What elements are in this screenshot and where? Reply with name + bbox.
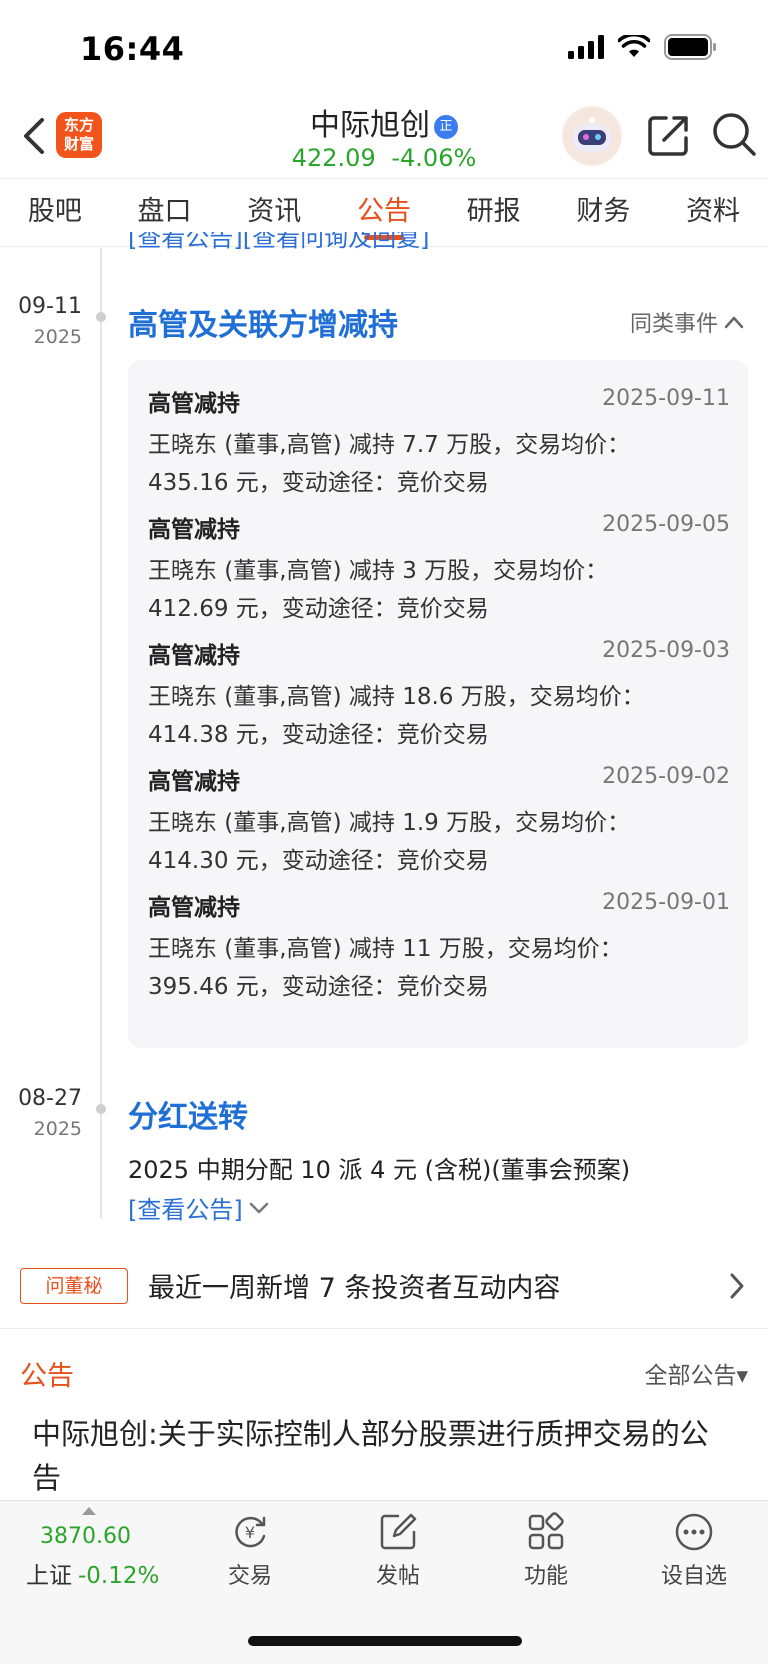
item-desc: 王晓东 (董事,高管) 减持 11 万股，交易均价： 395.46 元，变动途径… <box>148 930 730 1006</box>
nav-post-label: 发帖 <box>375 1564 420 1589</box>
nav-function-label: 功能 <box>523 1564 568 1589</box>
section-divider <box>0 1328 768 1329</box>
tab-finance[interactable]: 财务 <box>572 180 634 246</box>
item-desc-line1: 王晓东 (董事,高管) 减持 3 万股，交易均价： <box>148 558 609 584</box>
item-desc: 王晓东 (董事,高管) 减持 7.7 万股，交易均价： 435.16 元，变动途… <box>148 426 730 502</box>
event-year: 2025 <box>33 1118 82 1140</box>
signal-icon <box>568 35 604 59</box>
back-icon[interactable] <box>16 112 52 160</box>
item-desc-line2: 414.30 元，变动途径：竞价交易 <box>148 848 489 874</box>
tab-profile[interactable]: 资料 <box>682 180 744 246</box>
item-desc-line2: 395.46 元，变动途径：竞价交易 <box>148 974 489 1000</box>
item-desc-line2: 412.69 元，变动途径：竞价交易 <box>148 596 489 622</box>
announcement-filter[interactable]: 全部公告▾ <box>644 1356 748 1390</box>
brand-logo-line2: 财富 <box>63 135 94 153</box>
interaction-text[interactable]: 最近一周新增 7 条投资者互动内容 <box>148 1266 560 1305</box>
stock-name: 中际旭创 <box>310 108 430 143</box>
nav-watchlist[interactable]: 设自选 <box>644 1512 744 1590</box>
timeline-line <box>100 248 102 1218</box>
index-change: -0.12% <box>78 1563 160 1589</box>
chevron-up-icon <box>724 316 744 329</box>
robot-assistant-icon[interactable] <box>562 106 622 166</box>
item-date: 2025-09-05 <box>602 512 730 537</box>
nav-trade-label: 交易 <box>227 1564 272 1589</box>
clipped-announcement-link[interactable]: [查看公告][查看问询及回复] <box>128 232 429 254</box>
expand-arrow-icon[interactable] <box>82 1507 96 1515</box>
event-year: 2025 <box>33 326 82 348</box>
home-indicator <box>248 1636 522 1646</box>
list-item[interactable]: 高管减持 2025-09-05 王晓东 (董事,高管) 减持 3 万股，交易均价… <box>148 510 730 628</box>
list-item[interactable]: 高管减持 2025-09-11 王晓东 (董事,高管) 减持 7.7 万股，交易… <box>148 384 730 502</box>
clipped-link-text: [查看公告][查看问询及回复] <box>128 232 430 252</box>
more-icon <box>675 1513 713 1551</box>
search-icon[interactable] <box>710 110 758 158</box>
view-announcement-label: [查看公告] <box>128 1196 243 1224</box>
event-date: 08-27 <box>18 1086 82 1111</box>
chevron-down-icon <box>249 1202 268 1213</box>
tab-guba[interactable]: 股吧 <box>24 180 86 246</box>
event-title[interactable]: 分红送转 <box>128 1092 248 1136</box>
item-desc: 王晓东 (董事,高管) 减持 18.6 万股，交易均价： 414.38 元，变动… <box>148 678 730 754</box>
list-item[interactable]: 高管减持 2025-09-02 王晓东 (董事,高管) 减持 1.9 万股，交易… <box>148 762 730 880</box>
stock-change: -4.06% <box>391 144 477 172</box>
stock-title[interactable]: 中际旭创正 <box>200 100 568 144</box>
event-card: 高管减持 2025-09-11 王晓东 (董事,高管) 减持 7.7 万股，交易… <box>128 360 748 1048</box>
battery-icon <box>664 34 716 60</box>
timeline-dot <box>96 312 106 322</box>
stock-badge-icon: 正 <box>434 114 458 139</box>
index-quote[interactable]: 上证 -0.12% <box>26 1556 159 1590</box>
item-desc-line2: 414.38 元，变动途径：竞价交易 <box>148 722 489 748</box>
timeline-dot <box>96 1104 106 1114</box>
trade-icon: ¥ <box>235 1516 266 1548</box>
announcement-title[interactable]: 中际旭创:关于实际控制人部分股票进行质押交易的公告 <box>32 1412 736 1500</box>
item-date: 2025-09-03 <box>602 638 730 663</box>
similar-events-label: 同类事件 <box>629 312 718 337</box>
chevron-right-icon[interactable] <box>728 1272 746 1300</box>
item-desc: 王晓东 (董事,高管) 减持 3 万股，交易均价： 412.69 元，变动途径：… <box>148 552 730 628</box>
index-value[interactable]: 3870.60 <box>40 1524 131 1549</box>
ask-secretary-badge[interactable]: 问董秘 <box>20 1268 128 1304</box>
event-title[interactable]: 高管及关联方增减持 <box>128 300 398 344</box>
similar-events-link[interactable]: 同类事件 <box>630 306 744 338</box>
svg-text:¥: ¥ <box>245 1523 255 1542</box>
announcement-section-title: 公告 <box>20 1361 74 1392</box>
list-item[interactable]: 高管减持 2025-09-03 王晓东 (董事,高管) 减持 18.6 万股，交… <box>148 636 730 754</box>
nav-post[interactable]: 发帖 <box>348 1512 448 1590</box>
post-icon <box>380 1513 417 1550</box>
tab-research[interactable]: 研报 <box>463 180 525 246</box>
index-name: 上证 <box>26 1563 72 1589</box>
stock-price: 422.09 <box>291 144 376 172</box>
item-date: 2025-09-02 <box>602 764 730 789</box>
item-date: 2025-09-11 <box>602 386 730 411</box>
item-desc-line2: 435.16 元，变动途径：竞价交易 <box>148 470 489 496</box>
header-divider <box>0 178 768 179</box>
nav-watchlist-label: 设自选 <box>660 1564 727 1589</box>
function-icon <box>528 1512 564 1550</box>
wifi-icon <box>618 35 650 57</box>
item-desc-line1: 王晓东 (董事,高管) 减持 7.7 万股，交易均价： <box>148 432 631 458</box>
item-date: 2025-09-01 <box>602 890 730 915</box>
brand-logo[interactable]: 东方 财富 <box>56 112 102 158</box>
dividend-desc: 2025 中期分配 10 派 4 元 (含税)(董事会预案) <box>128 1156 631 1184</box>
stock-quote: 422.09 -4.06% <box>200 144 568 172</box>
nav-function[interactable]: 功能 <box>496 1512 596 1590</box>
status-time: 16:44 <box>80 30 185 68</box>
brand-logo-line1: 东方 <box>63 116 94 134</box>
item-desc-line1: 王晓东 (董事,高管) 减持 18.6 万股，交易均价： <box>148 684 645 710</box>
share-icon[interactable] <box>646 112 692 158</box>
view-announcement-link[interactable]: [查看公告] <box>128 1190 269 1225</box>
nav-trade[interactable]: ¥ 交易 <box>200 1512 300 1590</box>
event-date: 09-11 <box>18 294 82 319</box>
item-desc: 王晓东 (董事,高管) 减持 1.9 万股，交易均价： 414.30 元，变动途… <box>148 804 730 880</box>
status-icons <box>568 34 718 60</box>
list-item[interactable]: 高管减持 2025-09-01 王晓东 (董事,高管) 减持 11 万股，交易均… <box>148 888 730 1006</box>
item-desc-line1: 王晓东 (董事,高管) 减持 11 万股，交易均价： <box>148 936 623 962</box>
item-desc-line1: 王晓东 (董事,高管) 减持 1.9 万股，交易均价： <box>148 810 631 836</box>
